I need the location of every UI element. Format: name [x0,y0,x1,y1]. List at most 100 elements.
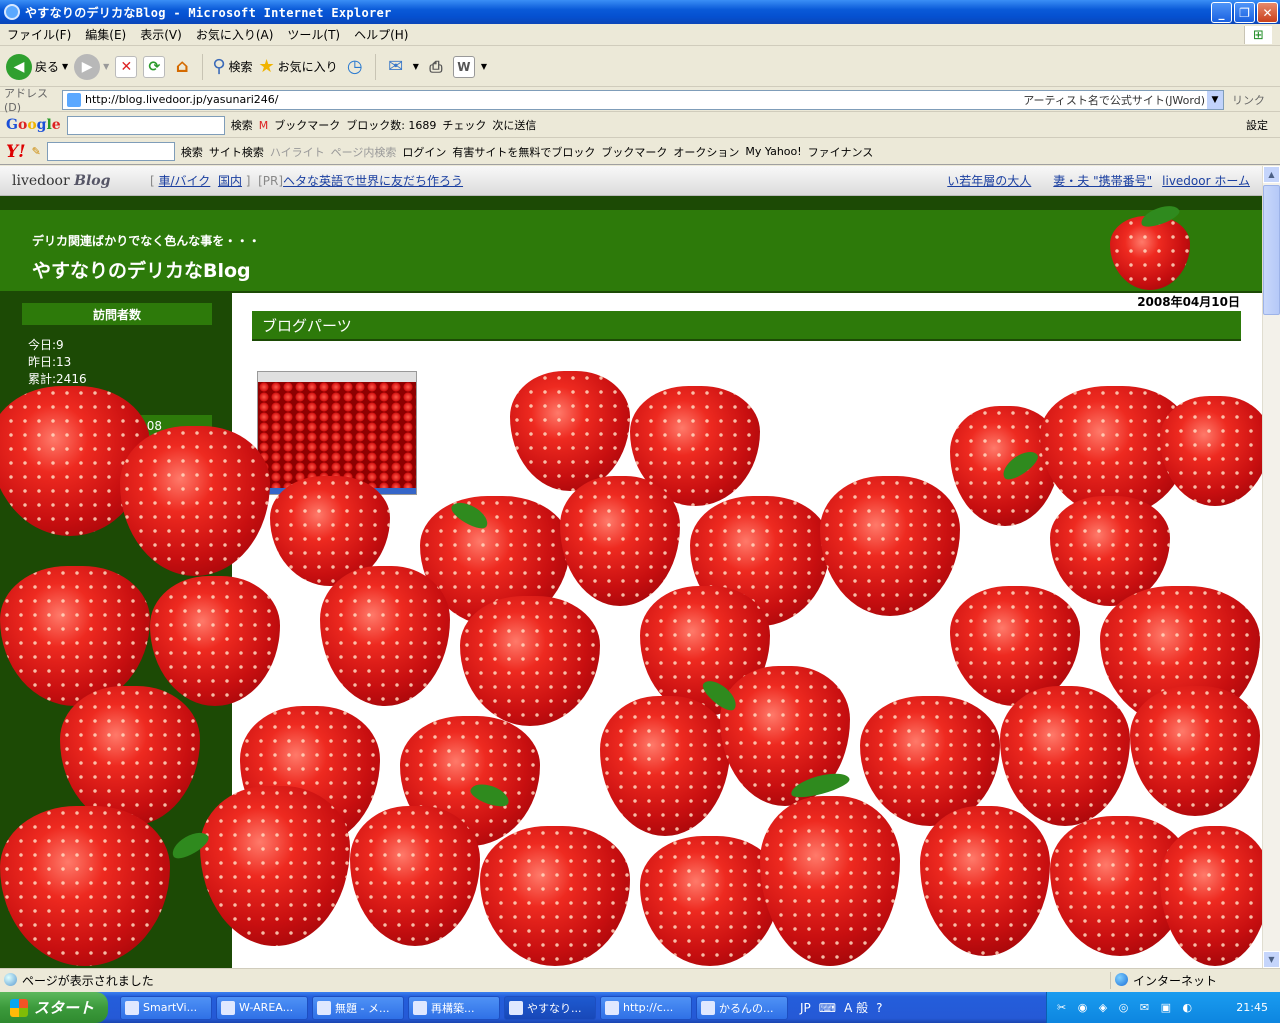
link-spouse-phone[interactable]: 妻・夫 "携帯番号" [1053,172,1152,189]
pencil-icon[interactable]: ✎ [32,145,41,158]
address-input[interactable]: http://blog.livedoor.jp/yasunari246/ アーテ… [62,89,1224,110]
google-search-button[interactable]: 検索 [231,117,253,133]
standard-toolbar: ◀ 戻る ▼ ▶ ▼ ✕ ⟳ ⌂ ⚲ 検索 ★ お気に入り ◷ ✉ ▼ ⎙ W ▼ [0,47,1280,87]
task-w-area[interactable]: W-AREA... [216,995,308,1020]
my-yahoo-button[interactable]: My Yahoo! [745,145,801,158]
menu-view[interactable]: 表示(V) [133,26,189,43]
ie-icon [4,4,20,20]
clock[interactable]: 21:45 [1236,1001,1268,1014]
popup-blocked-count[interactable]: ブロック数: 1689 [346,117,436,133]
task-yasunari[interactable]: やすなり... [504,995,596,1020]
menu-help[interactable]: ヘルプ(H) [347,26,415,43]
gmail-icon[interactable]: M [259,119,269,132]
scroll-up-icon[interactable]: ▲ [1263,166,1280,183]
pr-label: [PR] [258,173,284,188]
windows-flag-icon: ⊞ [1244,26,1272,44]
maximize-button[interactable]: ❐ [1234,2,1255,23]
task-http[interactable]: http://c... [600,995,692,1020]
task-karun[interactable]: かるんの... [696,995,788,1020]
keyboard-icon[interactable]: ⌨ [819,1001,836,1015]
entry-title[interactable]: ブログパーツ [252,311,1241,341]
menu-file[interactable]: ファイル(F) [0,26,78,43]
search-icon: ⚲ [212,56,226,77]
link-car-bike[interactable]: 車/バイク [159,172,211,189]
links-label[interactable]: リンク [1232,92,1265,108]
task-rebuild[interactable]: 再構築... [408,995,500,1020]
login-button[interactable]: ログイン [402,144,446,160]
home-icon[interactable]: ⌂ [171,56,193,78]
strawberry-overlay-image [0,366,1262,968]
auction-button[interactable]: オークション [673,144,739,160]
send-to-button[interactable]: 次に送信 [492,117,536,133]
search-button[interactable]: ⚲ 検索 [212,56,252,77]
blog-header: デリカ関連ばかりでなく色んな事を・・・ やすなりのデリカなBlog [0,196,1262,293]
google-logo: Google [6,117,61,133]
visitor-counter-heading: 訪問者数 [22,303,212,325]
ime-mode[interactable]: A 般 [844,999,868,1016]
forward-arrow-icon: ▶ [74,53,101,80]
scroll-down-icon[interactable]: ▼ [1263,951,1280,968]
today-count: 今日:9 [28,338,64,352]
favorites-button[interactable]: ★ お気に入り [259,56,338,77]
history-icon[interactable]: ◷ [344,56,366,78]
start-button[interactable]: スタート [0,992,108,1023]
link-domestic[interactable]: 国内 [218,172,242,189]
blog-title[interactable]: やすなりのデリカなBlog [32,256,251,283]
google-bookmark-button[interactable]: ブックマーク [274,117,340,133]
highlight-button[interactable]: ハイライト [270,144,325,160]
forward-button[interactable]: ▶ ▼ [74,53,109,80]
title-bar[interactable]: やすなりのデリカなBlog - Microsoft Internet Explo… [0,0,1280,24]
page-viewport: livedoor Blog [ 車/バイク 国内 ] [PR] ヘタな英語で世界… [0,166,1262,968]
stop-icon[interactable]: ✕ [115,55,138,78]
block-sites-button[interactable]: 有害サイトを無料でブロック [452,144,595,160]
vertical-scrollbar[interactable]: ▲ ▼ [1262,166,1280,968]
minimize-button[interactable]: _ [1211,2,1232,23]
page-done-icon [4,973,17,986]
window-title: やすなりのデリカなBlog - Microsoft Internet Explo… [25,5,392,20]
google-search-input[interactable] [66,115,225,135]
help-icon[interactable]: ? [876,1001,882,1015]
spell-check-button[interactable]: チェック [442,117,486,133]
livedoor-home-link[interactable]: livedoor ホーム [1162,172,1250,189]
yahoo-bookmark-button[interactable]: ブックマーク [601,144,667,160]
site-search-button[interactable]: サイト検索 [209,144,264,160]
address-bar: アドレス(D) http://blog.livedoor.jp/yasunari… [0,87,1280,114]
taskbar: スタート SmartVi... W-AREA... 無題 - メ... 再構築.… [0,992,1280,1023]
entry-date: 2008年04月10日 [1137,295,1240,309]
back-arrow-icon: ◀ [6,53,32,80]
system-tray: ✂ ◉ ◈ ◎ ✉ ▣ ◐ 21:45 [1046,992,1280,1023]
menu-favorites[interactable]: お気に入り(A) [189,26,281,43]
ime-bar: JP ⌨ A 般 ? [800,995,883,1020]
scroll-thumb[interactable] [1263,185,1280,315]
print-icon[interactable]: ⎙ [425,56,447,78]
pr-link[interactable]: ヘタな英語で世界に友だち作ろう [283,172,463,189]
livedoor-blog-logo[interactable]: livedoor Blog [0,173,150,189]
tray-icons[interactable]: ✂ ◉ ◈ ◎ ✉ ▣ ◐ [1047,1001,1196,1014]
google-toolbar: Google 検索 M ブックマーク ブロック数: 1689 チェック 次に送信… [0,113,1280,138]
close-button[interactable]: ✕ [1257,2,1278,23]
menu-edit[interactable]: 編集(E) [78,26,133,43]
strawberry-logo-icon [1110,201,1190,290]
address-dropdown-icon[interactable]: ▼ [1207,90,1223,109]
ime-language[interactable]: JP [800,1001,811,1015]
windows-logo-icon [10,998,28,1017]
yahoo-logo[interactable]: Y! [6,142,26,162]
task-notepad[interactable]: 無題 - メ... [312,995,404,1020]
mail-icon[interactable]: ✉ [385,56,407,78]
finance-button[interactable]: ファイナンス [808,144,874,160]
link-young-adults[interactable]: い若年層の大人 [947,172,1031,189]
task-smartvi[interactable]: SmartVi... [120,995,212,1020]
livedoor-header-bar: livedoor Blog [ 車/バイク 国内 ] [PR] ヘタな英語で世界… [0,166,1262,196]
ie-window: やすなりのデリカなBlog - Microsoft Internet Explo… [0,0,1280,1023]
refresh-icon[interactable]: ⟳ [143,55,166,78]
edit-icon[interactable]: W [452,55,475,78]
yahoo-toolbar: Y! ✎ 検索 サイト検索 ハイライト ページ内検索 ログイン 有害サイトを無料… [0,139,1280,165]
yahoo-search-button[interactable]: 検索 [181,144,203,160]
page-search-button[interactable]: ページ内検索 [331,144,397,160]
status-bar: ページが表示されました インターネット [0,968,1280,992]
status-message: ページが表示されました [0,972,1110,989]
back-button[interactable]: ◀ 戻る ▼ [6,53,68,80]
yahoo-search-input[interactable] [46,142,175,161]
menu-tools[interactable]: ツール(T) [280,26,347,43]
google-settings-button[interactable]: 設定 [1246,117,1280,133]
